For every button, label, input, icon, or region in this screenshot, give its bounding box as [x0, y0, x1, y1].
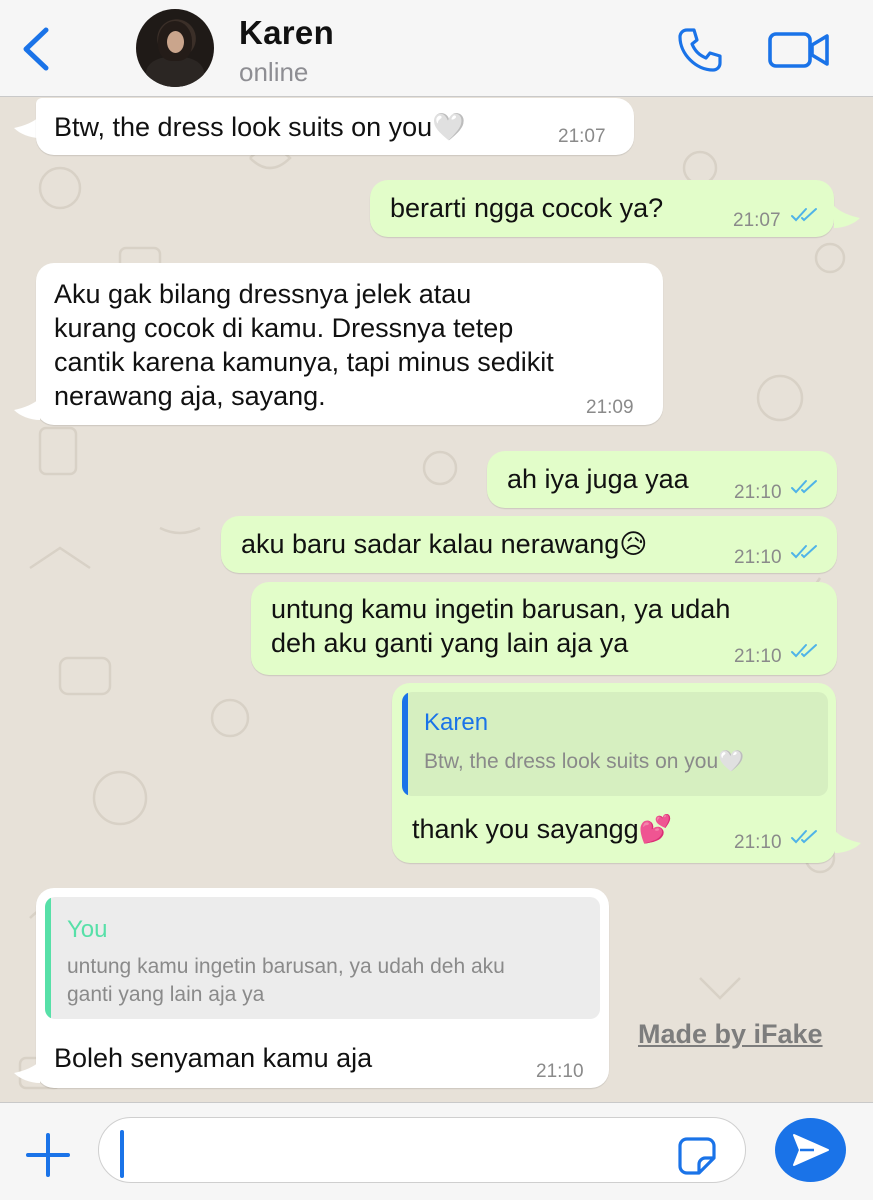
video-camera-icon[interactable] [768, 30, 830, 70]
bubble-tail [835, 831, 861, 853]
message-incoming[interactable]: Aku gak bilang dressnya jelek atau kuran… [36, 263, 663, 425]
message-outgoing[interactable]: untung kamu ingetin barusan, ya udah deh… [251, 582, 837, 675]
bubble-tail [14, 398, 40, 420]
message-outgoing[interactable]: berarti ngga cocok ya? 21:07 [370, 180, 834, 237]
message-incoming-reply[interactable]: You untung kamu ingetin barusan, ya udah… [36, 888, 609, 1088]
quote-bar [45, 897, 51, 1019]
message-input[interactable] [98, 1117, 746, 1183]
message-time: 21:10 [734, 482, 782, 503]
plus-icon[interactable] [25, 1132, 71, 1178]
bubble-tail [834, 206, 860, 228]
read-ticks-icon [791, 545, 817, 559]
send-icon [793, 1134, 829, 1166]
quote-line: ganti yang lain aja ya [67, 983, 265, 1006]
message-time: 21:10 [734, 646, 782, 667]
read-ticks-icon [791, 480, 817, 494]
message-incoming[interactable]: Btw, the dress look suits on you🤍 21:07 [36, 98, 634, 155]
message-time: 21:09 [586, 397, 634, 418]
chevron-left-icon[interactable] [18, 24, 58, 74]
read-ticks-icon [791, 830, 817, 844]
message-line: nerawang aja, sayang. [54, 381, 326, 411]
quoted-message[interactable]: You untung kamu ingetin barusan, ya udah… [45, 897, 600, 1019]
message-time: 21:07 [558, 126, 606, 147]
message-time: 21:07 [733, 210, 781, 231]
message-time: 21:10 [536, 1061, 584, 1082]
quoted-message[interactable]: Karen Btw, the dress look suits on you🤍 [402, 692, 828, 796]
message-text: aku baru sadar kalau nerawang😥 [241, 529, 648, 559]
contact-status: online [239, 57, 309, 87]
chat-area[interactable]: Btw, the dress look suits on you🤍 21:07 … [0, 98, 873, 1102]
read-ticks-icon [791, 208, 817, 222]
watermark: Made by iFake [638, 1019, 823, 1049]
message-text: Btw, the dress look suits on you🤍 [54, 112, 466, 142]
message-outgoing-reply[interactable]: Karen Btw, the dress look suits on you🤍 … [392, 683, 836, 863]
message-text: berarti ngga cocok ya? [390, 193, 664, 223]
message-line: cantik karena kamunya, tapi minus sediki… [54, 347, 554, 377]
phone-icon[interactable] [675, 26, 723, 74]
quote-text: Btw, the dress look suits on you🤍 [424, 750, 745, 773]
read-ticks-icon [791, 644, 817, 658]
message-line: deh aku ganti yang lain aja ya [271, 628, 629, 658]
message-outgoing[interactable]: aku baru sadar kalau nerawang😥 21:10 [221, 516, 837, 573]
message-text: ah iya juga yaa [507, 464, 689, 494]
sticker-icon[interactable] [677, 1136, 717, 1176]
chat-header: Karen online [0, 0, 873, 97]
message-text: Boleh senyaman kamu aja [54, 1043, 373, 1073]
text-caret [120, 1130, 124, 1178]
bubble-tail [14, 1061, 40, 1083]
message-line: untung kamu ingetin barusan, ya udah [271, 594, 731, 624]
message-line: Aku gak bilang dressnya jelek atau [54, 279, 472, 309]
quote-bar [402, 692, 408, 796]
quote-author: You [67, 916, 108, 943]
message-line: kurang cocok di kamu. Dressnya tetep [54, 313, 514, 343]
quote-line: untung kamu ingetin barusan, ya udah deh… [67, 955, 505, 978]
message-time: 21:10 [734, 547, 782, 568]
message-outgoing[interactable]: ah iya juga yaa 21:10 [487, 451, 837, 508]
send-button[interactable] [775, 1118, 846, 1182]
message-text: thank you sayangg💕 [412, 814, 673, 844]
contact-name[interactable]: Karen [239, 14, 334, 52]
message-time: 21:10 [734, 832, 782, 853]
quote-author: Karen [424, 709, 489, 736]
avatar[interactable] [136, 9, 214, 87]
